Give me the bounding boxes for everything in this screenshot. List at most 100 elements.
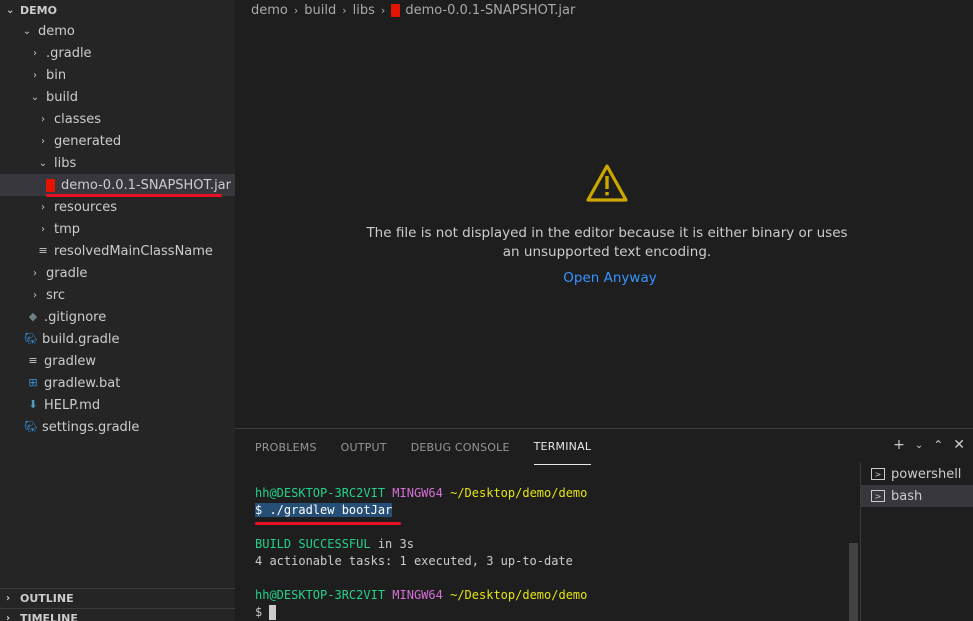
chevron-right-icon: ›: [33, 289, 37, 301]
terminal-shell: MINGW64: [392, 486, 443, 500]
new-terminal-icon[interactable]: +: [893, 437, 905, 453]
markdown-icon: ⬇: [28, 398, 38, 411]
terminal-list: > powershell > bash: [860, 463, 973, 621]
chevron-down-icon: ⌄: [6, 4, 15, 16]
tab-debug-console[interactable]: DEBUG CONSOLE: [411, 429, 510, 465]
chevron-right-icon: ›: [6, 613, 11, 621]
breadcrumb-item[interactable]: build: [304, 3, 336, 18]
terminal-item-bash[interactable]: > bash: [861, 485, 973, 507]
annotation-underline: [255, 522, 401, 525]
chevron-right-icon: ›: [6, 593, 11, 604]
tree-item-gradlew[interactable]: ≡ gradlew: [0, 350, 235, 372]
build-status: BUILD SUCCESSFUL: [255, 537, 371, 551]
tab-problems[interactable]: PROBLEMS: [255, 429, 317, 465]
terminal-user-host: hh@DESKTOP-3RC2VIT: [255, 486, 386, 500]
tree-item-label: gradlew.bat: [44, 375, 121, 391]
outline-section-title: OUTLINE: [20, 592, 74, 605]
gradle-icon: 🐘︎: [24, 332, 38, 345]
open-anyway-link[interactable]: Open Anyway: [535, 270, 685, 286]
panel-tabs: PROBLEMS OUTPUT DEBUG CONSOLE TERMINAL: [255, 429, 615, 465]
tree-item-label: gradle: [46, 265, 88, 281]
binary-file-message: The file is not displayed in the editor …: [365, 224, 849, 262]
maximize-panel-icon[interactable]: ⌃: [933, 438, 943, 452]
tree-item-label: libs: [54, 155, 77, 171]
outline-section-header[interactable]: › OUTLINE: [0, 588, 235, 608]
tree-item-classes[interactable]: › classes: [0, 108, 235, 130]
windows-icon: ⊞: [28, 376, 38, 389]
tree-item-resources[interactable]: › resources: [0, 196, 235, 218]
breadcrumb: demo › build › libs › demo-0.0.1-SNAPSHO…: [251, 0, 575, 20]
jar-file-icon: [391, 3, 401, 17]
breadcrumb-item[interactable]: libs: [353, 3, 375, 18]
terminal-item-label: bash: [891, 488, 923, 504]
explorer-sidebar: ⌄ DEMO ⌄ demo › .gradle › bin ⌄ build › …: [0, 0, 235, 621]
tree-item-label: HELP.md: [44, 397, 101, 413]
chevron-right-icon: ›: [293, 3, 299, 17]
tree-item-generated[interactable]: › generated: [0, 130, 235, 152]
message-line: The file is not displayed in the editor …: [366, 225, 848, 241]
chevron-right-icon: ›: [41, 135, 45, 147]
terminal-user-host: hh@DESKTOP-3RC2VIT: [255, 588, 386, 602]
terminal-command: $ ./gradlew bootJar: [255, 503, 393, 517]
tree-item-gradlew-bat[interactable]: ⊞ gradlew.bat: [0, 372, 235, 394]
chevron-down-icon: ⌄: [38, 157, 48, 169]
terminal-cursor: [269, 605, 277, 620]
chevron-right-icon: ›: [33, 267, 37, 279]
jar-file-icon: [46, 178, 55, 192]
tree-item-resolvedmainclassname[interactable]: ≡ resolvedMainClassName: [0, 240, 235, 262]
chevron-right-icon: ›: [41, 201, 45, 213]
chevron-right-icon: ›: [33, 69, 37, 81]
build-time: in 3s: [370, 537, 414, 551]
tree-item-build-gradle[interactable]: 🐘︎ build.gradle: [0, 328, 235, 350]
terminal-icon: >: [871, 490, 885, 502]
tree-item-label: tmp: [54, 221, 81, 237]
breadcrumb-item[interactable]: demo-0.0.1-SNAPSHOT.jar: [405, 3, 575, 18]
timeline-section-header[interactable]: › TIMELINE: [0, 608, 235, 621]
tree-item-build[interactable]: ⌄ build: [0, 86, 235, 108]
tree-item-gradle-dir[interactable]: › .gradle: [0, 42, 235, 64]
tree-item-label: build: [46, 89, 78, 105]
message-line: an unsupported text encoding.: [502, 244, 712, 260]
terminal-item-powershell[interactable]: > powershell: [861, 463, 973, 485]
explorer-section-header[interactable]: ⌄ DEMO: [0, 0, 235, 20]
terminal-scrollbar[interactable]: [849, 543, 858, 621]
tree-item-label: classes: [54, 111, 102, 127]
tab-terminal[interactable]: TERMINAL: [533, 429, 592, 465]
tree-item-gitignore[interactable]: ◆ .gitignore: [0, 306, 235, 328]
git-icon: ◆: [28, 310, 38, 323]
tree-item-label: demo-0.0.1-SNAPSHOT.jar: [61, 177, 231, 193]
tree-item-label: build.gradle: [42, 331, 120, 347]
chevron-down-icon: ⌄: [30, 91, 40, 103]
text-file-icon: ≡: [38, 244, 48, 257]
chevron-right-icon: ›: [41, 113, 45, 125]
chevron-right-icon: ›: [380, 3, 386, 17]
terminal-cwd: ~/Desktop/demo/demo: [450, 588, 588, 602]
tree-item-libs[interactable]: ⌄ libs: [0, 152, 235, 174]
tree-item-demo[interactable]: ⌄ demo: [0, 20, 235, 42]
chevron-right-icon: ›: [41, 223, 45, 235]
terminal-icon: >: [871, 468, 885, 480]
terminal-item-label: powershell: [891, 466, 962, 482]
bottom-panel: PROBLEMS OUTPUT DEBUG CONSOLE TERMINAL +…: [235, 428, 973, 621]
tree-item-label: resolvedMainClassName: [54, 243, 213, 259]
timeline-section-title: TIMELINE: [20, 612, 78, 621]
terminal-prompt: $: [255, 605, 270, 619]
tree-item-label: .gradle: [46, 45, 92, 61]
tree-item-tmp[interactable]: › tmp: [0, 218, 235, 240]
breadcrumb-item[interactable]: demo: [251, 3, 288, 18]
explorer-section-title: DEMO: [20, 3, 57, 17]
close-icon[interactable]: ✕: [953, 437, 965, 453]
chevron-down-icon: ⌄: [22, 25, 32, 37]
terminal-output[interactable]: hh@DESKTOP-3RC2VIT MINGW64 ~/Desktop/dem…: [255, 485, 587, 621]
tree-item-src[interactable]: › src: [0, 284, 235, 306]
tree-item-bin[interactable]: › bin: [0, 64, 235, 86]
tree-item-label: demo: [38, 23, 75, 39]
chevron-down-icon[interactable]: ⌄: [915, 440, 923, 451]
tree-item-gradle[interactable]: › gradle: [0, 262, 235, 284]
tab-output[interactable]: OUTPUT: [341, 429, 387, 465]
tree-item-jar[interactable]: demo-0.0.1-SNAPSHOT.jar: [0, 174, 235, 196]
tree-item-help-md[interactable]: ⬇ HELP.md: [0, 394, 235, 416]
tree-item-settings-gradle[interactable]: 🐘︎ settings.gradle: [0, 416, 235, 438]
gradle-icon: 🐘︎: [24, 420, 38, 433]
tree-item-label: resources: [54, 199, 118, 215]
